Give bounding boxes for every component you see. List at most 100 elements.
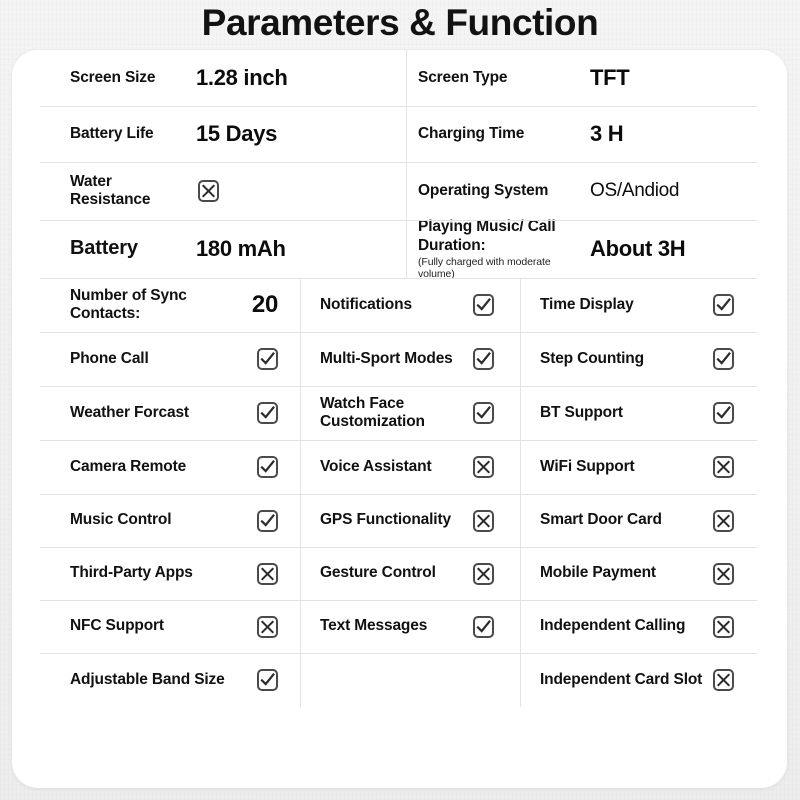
checkbox-crossed-icon[interactable] bbox=[713, 669, 734, 691]
feature-label: Mobile Payment bbox=[540, 564, 656, 582]
spec-label: Battery bbox=[70, 237, 138, 260]
checkbox-checked-icon[interactable] bbox=[713, 402, 734, 424]
feature-cell[interactable]: Weather Forcast bbox=[12, 386, 300, 440]
checkbox-checked-icon[interactable] bbox=[473, 402, 494, 424]
page-title: Parameters & Function bbox=[201, 2, 599, 43]
checkbox-crossed-icon[interactable] bbox=[713, 615, 734, 638]
checkbox-checked-icon[interactable] bbox=[257, 669, 278, 691]
feature-label: Independent Card Slot bbox=[540, 670, 703, 688]
feature-cell[interactable]: Independent Calling bbox=[520, 600, 760, 653]
feature-label: NFC Support bbox=[70, 617, 164, 635]
feature-row-content: Text Messages bbox=[320, 615, 494, 638]
table-row: Third-Party Apps Gesture Control Mobile Pa… bbox=[12, 547, 787, 600]
table-row: Number of Sync Contacts: 20 Notifications T… bbox=[12, 278, 787, 332]
checkbox-crossed-icon[interactable] bbox=[713, 456, 734, 478]
feature-cell[interactable]: Smart Door Card bbox=[520, 494, 760, 547]
feature-cell[interactable]: Step Counting bbox=[520, 332, 760, 386]
feature-cell[interactable]: Mobile Payment bbox=[520, 547, 760, 600]
checkbox-crossed-icon[interactable] bbox=[473, 562, 494, 585]
feature-row-content: Step Counting bbox=[540, 348, 734, 370]
spec-value: TFT bbox=[590, 65, 630, 90]
table-row: Screen Size 1.28 inch Screen Type TFT bbox=[12, 50, 787, 106]
checkbox-checked-icon[interactable] bbox=[713, 348, 734, 370]
spec-label-cell: Charging Time bbox=[406, 106, 576, 162]
checkbox-crossed-icon[interactable] bbox=[473, 456, 494, 478]
spec-value-cell: About 3H bbox=[576, 220, 787, 278]
feature-row-content: NFC Support bbox=[70, 615, 278, 638]
feature-cell[interactable]: BT Support bbox=[520, 386, 760, 440]
feature-label: Number of Sync Contacts: bbox=[70, 286, 187, 322]
spec-label-cell: Water Resistance bbox=[12, 162, 190, 220]
feature-cell[interactable]: Notifications bbox=[300, 278, 520, 332]
spec-value: 15 Days bbox=[196, 121, 278, 146]
feature-label: Phone Call bbox=[70, 349, 149, 367]
feature-row-content: Watch Face Customization bbox=[320, 395, 494, 432]
feature-cell[interactable]: Music Control bbox=[12, 494, 300, 547]
feature-cell[interactable]: NFC Support bbox=[12, 600, 300, 653]
spec-value: OS/Andiod bbox=[590, 180, 680, 201]
feature-row-content: Notifications bbox=[320, 294, 494, 316]
checkbox-crossed-icon[interactable] bbox=[198, 180, 219, 202]
checkbox-checked-icon[interactable] bbox=[473, 294, 494, 316]
feature-cell[interactable]: Independent Card Slot bbox=[520, 653, 760, 707]
spec-label-note: (Fully charged with moderate volume) bbox=[418, 255, 551, 280]
feature-row-content: Camera Remote bbox=[70, 456, 278, 478]
feature-cell[interactable]: Camera Remote bbox=[12, 440, 300, 494]
table-row: Battery 180 mAh Playing Music/ Call Durati… bbox=[12, 218, 787, 280]
spec-value: 1.28 inch bbox=[196, 65, 288, 90]
spec-label: Water Resistance bbox=[70, 172, 151, 208]
feature-row-content: Voice Assistant bbox=[320, 456, 494, 478]
feature-row-content: Mobile Payment bbox=[540, 562, 734, 585]
feature-cell[interactable]: Voice Assistant bbox=[300, 440, 520, 494]
feature-cell[interactable]: Text Messages bbox=[300, 600, 520, 653]
feature-row-content: GPS Functionality bbox=[320, 509, 494, 532]
checkbox-checked-icon[interactable] bbox=[257, 456, 278, 478]
spec-value-cell: 180 mAh bbox=[190, 220, 406, 278]
feature-cell[interactable]: GPS Functionality bbox=[300, 494, 520, 547]
spec-label: Screen Size bbox=[70, 68, 156, 86]
feature-label: Weather Forcast bbox=[70, 403, 189, 421]
checkbox-checked-icon[interactable] bbox=[257, 348, 278, 370]
checkbox-checked-icon[interactable] bbox=[473, 348, 494, 370]
feature-row-content: WiFi Support bbox=[540, 456, 734, 478]
checkbox-crossed-icon[interactable] bbox=[257, 615, 278, 638]
feature-row-content: Weather Forcast bbox=[70, 402, 278, 424]
feature-label: Third-Party Apps bbox=[70, 564, 193, 582]
feature-label: Music Control bbox=[70, 511, 172, 529]
feature-label: Multi-Sport Modes bbox=[320, 349, 453, 367]
feature-cell[interactable]: Number of Sync Contacts: 20 bbox=[12, 278, 300, 332]
feature-row-content: BT Support bbox=[540, 402, 734, 424]
table-row: Camera Remote Voice Assistant WiFi Support bbox=[12, 440, 787, 494]
checkbox-checked-icon[interactable] bbox=[257, 402, 278, 424]
feature-label: Time Display bbox=[540, 295, 634, 313]
feature-cell[interactable]: Gesture Control bbox=[300, 547, 520, 600]
spec-value: 3 H bbox=[590, 121, 624, 146]
spec-label: Operating System bbox=[418, 181, 549, 199]
feature-cell[interactable]: Time Display bbox=[520, 278, 760, 332]
feature-cell[interactable]: Watch Face Customization bbox=[300, 386, 520, 440]
checkbox-checked-icon[interactable] bbox=[473, 615, 494, 638]
checkbox-crossed-icon[interactable] bbox=[713, 562, 734, 585]
feature-label: Voice Assistant bbox=[320, 457, 432, 475]
spec-label-cell: Screen Type bbox=[406, 50, 576, 106]
spec-card: Screen Size 1.28 inch Screen Type TFT Batter… bbox=[12, 50, 787, 788]
feature-cell[interactable]: Third-Party Apps bbox=[12, 547, 300, 600]
table-row: Battery Life 15 Days Charging Time 3 H bbox=[12, 106, 787, 162]
checkbox-crossed-icon[interactable] bbox=[713, 509, 734, 532]
checkbox-checked-icon[interactable] bbox=[713, 294, 734, 316]
feature-label: Step Counting bbox=[540, 349, 644, 367]
feature-cell[interactable]: WiFi Support bbox=[520, 440, 760, 494]
feature-cell[interactable]: Phone Call bbox=[12, 332, 300, 386]
table-row: Music Control GPS Functionality Smart Door… bbox=[12, 494, 787, 547]
feature-cell[interactable]: Adjustable Band Size bbox=[12, 653, 300, 707]
feature-cell[interactable]: Multi-Sport Modes bbox=[300, 332, 520, 386]
feature-label: Camera Remote bbox=[70, 457, 187, 475]
checkbox-crossed-icon[interactable] bbox=[473, 509, 494, 532]
checkbox-crossed-icon[interactable] bbox=[257, 562, 278, 585]
feature-row-content: Time Display bbox=[540, 294, 734, 316]
checkbox-checked-icon[interactable] bbox=[257, 509, 278, 532]
spec-label: Playing Music/ Call Duration: bbox=[418, 218, 556, 254]
table-row: NFC Support Text Messages Independent Call… bbox=[12, 600, 787, 653]
spec-label-cell: Battery bbox=[12, 220, 190, 278]
spec-label: Screen Type bbox=[418, 68, 508, 86]
